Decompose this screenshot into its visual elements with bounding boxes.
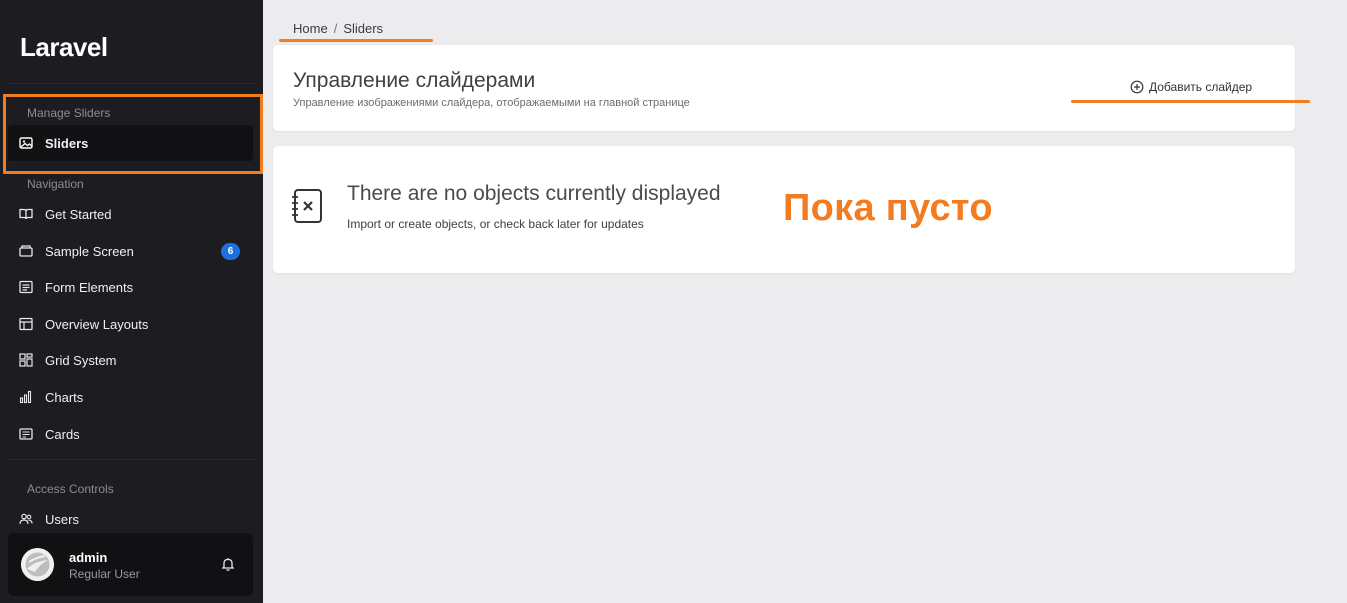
sidebar-item-cards[interactable]: Cards xyxy=(8,416,253,452)
sidebar-item-users[interactable]: Users xyxy=(8,501,253,537)
sidebar-item-label: Cards xyxy=(45,426,80,442)
empty-list-icon xyxy=(291,188,325,226)
user-role: Regular User xyxy=(69,567,140,581)
bell-icon[interactable] xyxy=(220,556,236,572)
sidebar-item-sliders[interactable]: Sliders xyxy=(8,125,253,161)
annotation-underline xyxy=(1071,100,1310,103)
sidebar-item-sample-screen[interactable]: Sample Screen 6 xyxy=(8,233,253,269)
section-label-access-controls: Access Controls xyxy=(27,482,114,496)
brand-logo[interactable]: Laravel xyxy=(20,32,108,63)
page-header-card: Управление слайдерами Управление изображ… xyxy=(273,45,1295,131)
inbox-icon xyxy=(19,244,33,258)
sidebar-item-label: Overview Layouts xyxy=(45,316,149,332)
empty-state-title: There are no objects currently displayed xyxy=(347,182,721,205)
section-label-navigation: Navigation xyxy=(27,177,84,191)
sidebar-item-overview-layouts[interactable]: Overview Layouts xyxy=(8,306,253,342)
breadcrumb-separator: / xyxy=(333,21,338,36)
sidebar-item-label: Users xyxy=(45,511,79,527)
count-badge: 6 xyxy=(221,243,240,260)
user-name: admin xyxy=(69,550,108,565)
sidebar-item-label: Form Elements xyxy=(45,279,134,295)
section-label-manage-sliders: Manage Sliders xyxy=(27,106,111,120)
breadcrumb: Home / Sliders xyxy=(293,21,383,36)
page-subtitle: Управление изображениями слайдера, отобр… xyxy=(293,97,690,109)
breadcrumb-current: Sliders xyxy=(343,21,384,36)
avatar[interactable] xyxy=(21,548,54,581)
add-slider-button[interactable]: Добавить слайдер xyxy=(1130,80,1252,94)
sidebar-item-label: Sample Screen xyxy=(45,243,134,259)
sidebar-item-charts[interactable]: Charts xyxy=(8,379,253,415)
sidebar-item-grid-system[interactable]: Grid System xyxy=(8,342,253,378)
sidebar-item-label: Sliders xyxy=(45,135,89,151)
form-icon xyxy=(19,280,33,294)
plus-circle-icon xyxy=(1130,80,1144,94)
breadcrumb-home[interactable]: Home xyxy=(293,21,328,36)
add-slider-label: Добавить слайдер xyxy=(1149,80,1253,94)
annotation-underline xyxy=(279,39,433,42)
sidebar-item-form-elements[interactable]: Form Elements xyxy=(8,269,253,305)
sidebar-item-label: Get Started xyxy=(45,206,112,222)
sidebar: Laravel Manage Sliders Sliders Navigatio… xyxy=(0,0,263,603)
divider xyxy=(8,459,255,460)
annotation-text: Пока пусто xyxy=(783,187,993,229)
grid-icon xyxy=(19,353,33,367)
sidebar-item-get-started[interactable]: Get Started xyxy=(8,196,253,232)
users-icon xyxy=(19,512,33,526)
card-icon xyxy=(19,427,33,441)
sidebar-item-label: Grid System xyxy=(45,352,117,368)
empty-state-description: Import or create objects, or check back … xyxy=(347,217,644,231)
divider xyxy=(8,83,255,84)
layout-icon xyxy=(19,317,33,331)
image-icon xyxy=(19,136,33,150)
book-icon xyxy=(19,207,33,221)
sidebar-item-label: Charts xyxy=(45,389,84,405)
page-title: Управление слайдерами xyxy=(293,69,536,92)
bar-chart-icon xyxy=(19,390,33,404)
user-profile-card[interactable]: admin Regular User xyxy=(8,533,253,596)
